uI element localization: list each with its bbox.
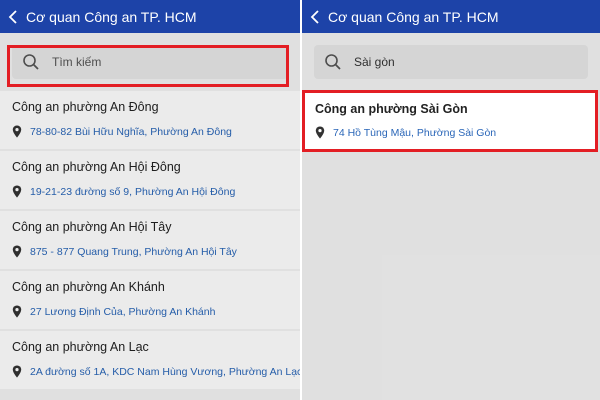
list-item[interactable]: Công an phường An Lạc 2A đường số 1A, KD… <box>0 331 300 389</box>
page-title: Cơ quan Công an TP. HCM <box>26 8 197 25</box>
search-bar-area: Tìm kiếm <box>0 33 300 91</box>
map-pin-icon <box>12 365 22 378</box>
search-input[interactable]: Tìm kiếm <box>12 45 288 79</box>
search-icon <box>22 53 40 71</box>
station-name: Công an phường An Hội Tây <box>12 220 172 234</box>
map-pin-icon <box>12 185 22 198</box>
content-area: Tìm kiếm Công an phường An Đông 78-80-82… <box>0 33 300 400</box>
list-item[interactable]: Công an phường An Khánh 27 Lương Định Củ… <box>0 271 300 329</box>
station-address[interactable]: 875 - 877 Quang Trung, Phường An Hội Tây <box>30 246 237 258</box>
map-pin-icon <box>315 126 325 139</box>
search-icon <box>324 53 342 71</box>
search-result-item[interactable]: Công an phường Sài Gòn 74 Hồ Tùng Mậu, P… <box>302 90 598 152</box>
map-pin-icon <box>12 305 22 318</box>
station-name: Công an phường An Hội Đông <box>12 160 181 174</box>
map-pin-icon <box>12 245 22 258</box>
police-station-list: Công an phường An Đông 78-80-82 Bùi Hữu … <box>0 91 300 400</box>
left-screen: Cơ quan Công an TP. HCM Tìm kiếm Công an… <box>0 0 300 400</box>
page-title: Cơ quan Công an TP. HCM <box>328 8 499 25</box>
map-pin-icon <box>12 125 22 138</box>
station-name: Công an phường An Khánh <box>12 280 165 294</box>
station-address[interactable]: 2A đường số 1A, KDC Nam Hùng Vương, Phườ… <box>30 366 300 378</box>
search-input[interactable] <box>314 45 588 79</box>
search-field[interactable] <box>354 55 554 69</box>
search-placeholder: Tìm kiếm <box>52 55 102 69</box>
list-item[interactable]: Công an phường An Hội Đông 19-21-23 đườn… <box>0 151 300 209</box>
right-screen: Cơ quan Công an TP. HCM <box>302 0 600 400</box>
list-item[interactable]: Công an phường An Đông 78-80-82 Bùi Hữu … <box>0 91 300 149</box>
station-name: Công an phường An Lạc <box>12 340 149 354</box>
station-name: Công an phường An Đông <box>12 100 159 114</box>
search-bar-area <box>302 33 600 91</box>
app-header: Cơ quan Công an TP. HCM <box>302 0 600 33</box>
station-address[interactable]: 78-80-82 Bùi Hữu Nghĩa, Phường An Đông <box>30 126 232 138</box>
station-name: Công an phường Sài Gòn <box>315 102 468 116</box>
app-header: Cơ quan Công an TP. HCM <box>0 0 300 33</box>
content-area <box>302 33 600 400</box>
back-chevron-icon[interactable] <box>302 0 328 33</box>
station-address[interactable]: 19-21-23 đường số 9, Phường An Hội Đông <box>30 186 235 198</box>
station-address[interactable]: 74 Hồ Tùng Mậu, Phường Sài Gòn <box>333 127 496 139</box>
station-address[interactable]: 27 Lương Định Của, Phường An Khánh <box>30 306 215 318</box>
back-chevron-icon[interactable] <box>0 0 26 33</box>
list-item[interactable]: Công an phường An Hội Tây 875 - 877 Quan… <box>0 211 300 269</box>
